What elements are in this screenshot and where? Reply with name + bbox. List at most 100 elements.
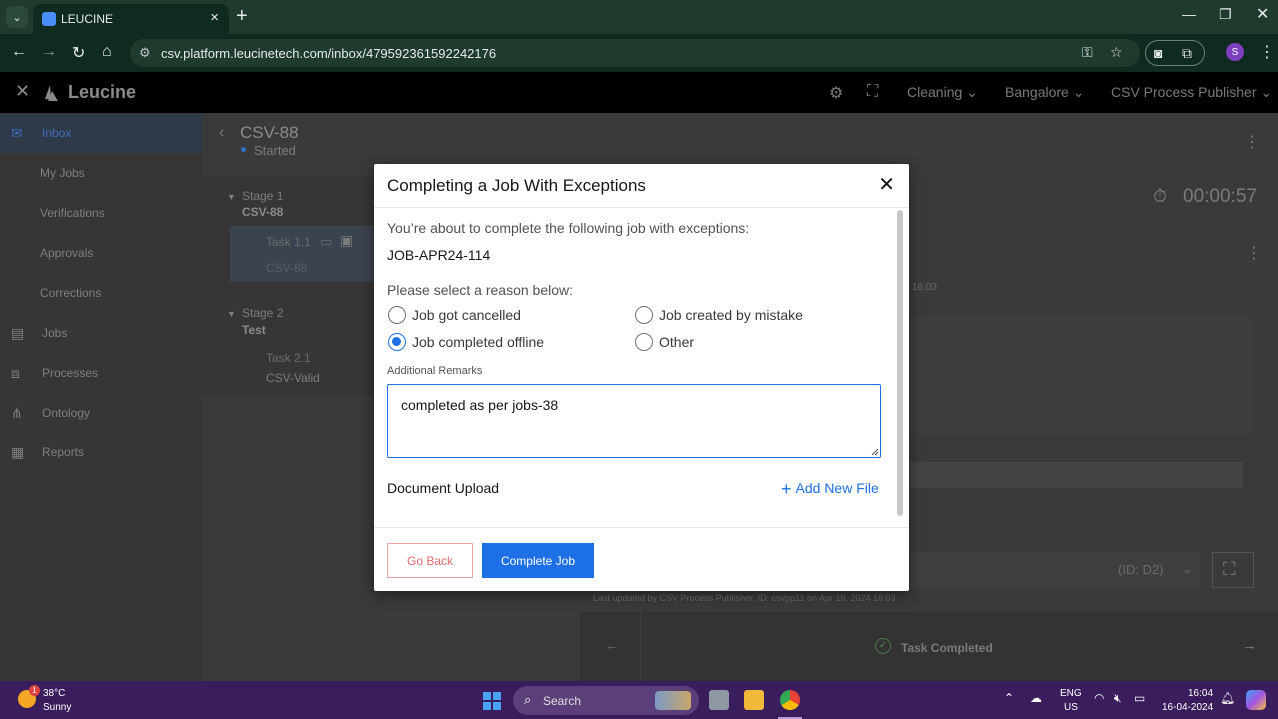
home-icon[interactable]: ⌂ xyxy=(102,43,112,61)
reload-icon[interactable]: ↻ xyxy=(72,43,85,63)
complete-job-button[interactable]: Complete Job xyxy=(482,543,594,578)
chevron-down-icon: ⌄ xyxy=(1182,561,1193,576)
resize-grip-icon[interactable] xyxy=(871,448,879,456)
windows-start-icon[interactable] xyxy=(483,692,501,710)
stage-2-caret-icon[interactable]: ▼ xyxy=(227,309,236,319)
search-highlight-image xyxy=(655,691,691,710)
next-task-icon[interactable]: → xyxy=(1242,637,1257,654)
prev-task-icon[interactable]: ← xyxy=(605,637,619,653)
stage-1-name: CSV-88 xyxy=(242,205,284,219)
user-role-menu[interactable]: CSV Process Publisher ⌄ xyxy=(1111,84,1272,101)
task-completed-label: Task Completed xyxy=(901,641,993,655)
modal-close-icon[interactable]: ✕ xyxy=(878,175,895,195)
modal-scrollbar[interactable] xyxy=(897,210,905,516)
task-menu-icon[interactable]: ⋮ xyxy=(1246,243,1262,263)
search-icon: ⌕ xyxy=(524,692,532,707)
job-id: JOB-APR24-114 xyxy=(387,247,491,263)
password-key-icon[interactable]: ⚿ xyxy=(1082,44,1093,61)
minimize-icon[interactable]: — xyxy=(1182,6,1196,22)
url-text[interactable]: csv.platform.leucinetech.com/inbox/47959… xyxy=(161,46,496,61)
job-menu-icon[interactable]: ⋮ xyxy=(1244,132,1260,152)
battery-icon[interactable]: ▭ xyxy=(1134,691,1145,705)
sidebar-item-jobs[interactable]: ▤ Jobs xyxy=(0,313,202,353)
app-logo: Leucine xyxy=(68,82,137,102)
radio-circle xyxy=(635,333,653,351)
reason-radio-other[interactable]: Other xyxy=(635,332,694,352)
facility-menu[interactable]: Cleaning ⌄ xyxy=(907,84,978,101)
sidebar-item-approvals[interactable]: Approvals xyxy=(0,233,202,273)
new-tab-icon[interactable]: + xyxy=(236,5,248,28)
profile-avatar[interactable]: S xyxy=(1226,43,1244,61)
back-arrow-icon[interactable]: ‹ xyxy=(219,124,224,142)
stage-2-label: Stage 2 xyxy=(242,306,284,320)
add-new-file-link[interactable]: + Add New File xyxy=(781,479,879,500)
bg-timestamp: 16:03 xyxy=(912,282,938,293)
scan-icon[interactable]: ⛶ xyxy=(867,83,878,101)
browser-tab[interactable]: LEUCINE × xyxy=(33,4,229,34)
close-window-icon[interactable]: ✕ xyxy=(1256,4,1269,24)
go-back-button[interactable]: Go Back xyxy=(387,543,473,578)
sidebar-item-reports[interactable]: ▦ Reports xyxy=(0,432,202,472)
chrome-icon[interactable] xyxy=(780,690,800,710)
region-indicator[interactable]: US xyxy=(1064,702,1078,713)
stage-2-name: Test xyxy=(242,323,266,337)
tray-chevron-up-icon[interactable]: ⌃ xyxy=(1004,691,1014,705)
taskbar-search[interactable]: ⌕ Search xyxy=(513,686,699,715)
back-icon[interactable]: ← xyxy=(11,43,27,61)
sidebar-item-verifications[interactable]: Verifications xyxy=(0,193,202,233)
close-icon[interactable]: ✕ xyxy=(15,81,30,102)
modal-intro: You’re about to complete the following j… xyxy=(387,220,750,236)
task-2-1-name[interactable]: CSV-Valid xyxy=(266,371,320,385)
task-2-1-label[interactable]: Task 2.1 xyxy=(266,351,311,365)
bg-input-block xyxy=(909,462,1243,488)
remarks-textarea[interactable]: completed as per jobs-38 xyxy=(387,384,881,458)
reason-radio-job-got-cancelled[interactable]: Job got cancelled xyxy=(388,305,521,325)
reason-prompt: Please select a reason below: xyxy=(387,282,573,298)
browser-menu-icon[interactable]: ⋮ xyxy=(1259,42,1275,62)
document-upload-label: Document Upload xyxy=(387,480,500,496)
schedule-icon: ▣ xyxy=(340,232,354,248)
address-bar[interactable]: ⚙ csv.platform.leucinetech.com/inbox/479… xyxy=(130,39,1140,67)
close-tab-icon[interactable]: × xyxy=(210,9,219,26)
tab-title: LEUCINE xyxy=(61,12,114,26)
onedrive-cloud-icon[interactable]: ☁ xyxy=(1030,691,1042,705)
bookmark-star-icon[interactable]: ☆ xyxy=(1110,44,1123,61)
weather-badge: 1 xyxy=(29,685,40,696)
modal-scrollbar-thumb[interactable] xyxy=(897,210,903,516)
clock-date[interactable]: 16-04-2024 xyxy=(1162,702,1213,713)
reason-radio-job-created-by-mistake[interactable]: Job created by mistake xyxy=(635,305,803,325)
notification-bell-icon[interactable]: 🔔︎ xyxy=(1220,691,1235,705)
plus-icon: + xyxy=(781,479,792,499)
weather-condition[interactable]: Sunny xyxy=(43,702,71,713)
volume-muted-icon[interactable]: 🔇︎ xyxy=(1114,691,1122,706)
windows-taskbar: 1 38°C Sunny ⌕ Search ⌃ ☁ ENG US ◠ 🔇︎ ▭ … xyxy=(0,681,1278,719)
tab-search-icon[interactable]: ⌄ xyxy=(6,6,28,28)
sidebar-item-ontology[interactable]: ⋔ Ontology xyxy=(0,393,202,433)
puzzle-extensions-icon[interactable]: ⧉ xyxy=(1182,45,1192,62)
sidebar-item-my-jobs[interactable]: My Jobs xyxy=(0,153,202,193)
radio-circle xyxy=(635,306,653,324)
sidebar-item-inbox[interactable]: ✉ Inbox xyxy=(0,113,202,153)
language-indicator[interactable]: ENG xyxy=(1060,688,1082,699)
task-footer: ← ✓ Task Completed → xyxy=(580,612,1278,681)
settings-gear-icon[interactable]: ⚙ xyxy=(829,83,843,103)
copilot-icon[interactable] xyxy=(1246,690,1266,710)
wifi-icon[interactable]: ◠ xyxy=(1094,691,1104,705)
site-info-icon[interactable]: ⚙ xyxy=(139,45,151,61)
clock-time[interactable]: 16:04 xyxy=(1188,688,1213,699)
reason-radio-job-completed-offline[interactable]: Job completed offline xyxy=(388,332,544,352)
maximize-icon[interactable]: ❐ xyxy=(1219,6,1232,23)
stage-1-caret-icon[interactable]: ▼ xyxy=(227,192,236,202)
sidebar-item-corrections[interactable]: Corrections xyxy=(0,273,202,313)
location-menu[interactable]: Bangalore ⌄ xyxy=(1005,84,1084,101)
scan-button[interactable]: ⛶ xyxy=(1212,552,1254,588)
sidebar-item-processes[interactable]: ⧈ Processes xyxy=(0,353,202,393)
extensions-group: ◙ ⧉ xyxy=(1145,40,1205,66)
report-icon: ▦ xyxy=(11,444,25,460)
task-view-icon[interactable] xyxy=(709,690,729,710)
camera-extension-icon[interactable]: ◙ xyxy=(1154,45,1162,61)
weather-temperature[interactable]: 38°C xyxy=(43,688,65,699)
forward-icon[interactable]: → xyxy=(41,43,57,61)
file-explorer-icon[interactable] xyxy=(744,690,764,710)
leucine-favicon-icon xyxy=(42,12,56,26)
